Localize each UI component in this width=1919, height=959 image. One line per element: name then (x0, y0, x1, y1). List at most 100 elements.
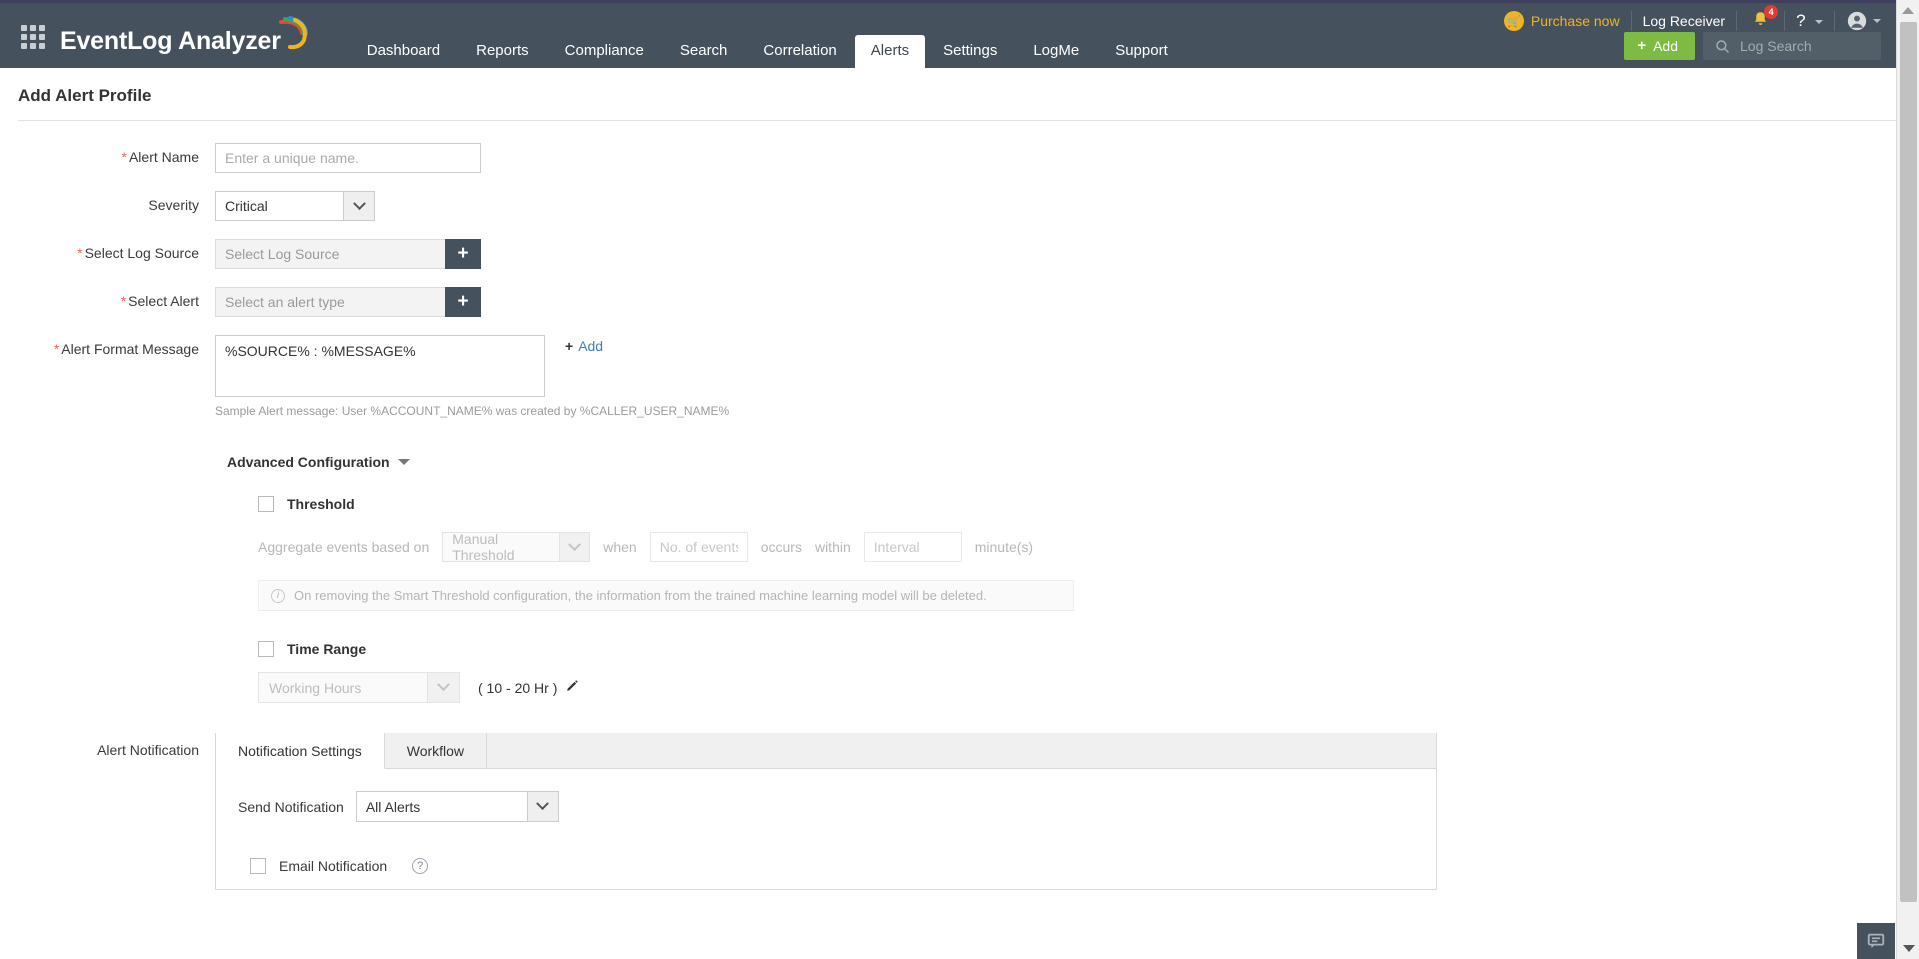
time-range-select[interactable]: Working Hours (258, 672, 460, 703)
user-account-menu[interactable] (1846, 10, 1881, 32)
tab-notification-settings[interactable]: Notification Settings (216, 733, 385, 769)
smart-threshold-note-text: On removing the Smart Threshold configur… (294, 588, 987, 603)
tab-workflow[interactable]: Workflow (385, 733, 488, 768)
nav-item-dashboard[interactable]: Dashboard (349, 35, 458, 68)
form-row-alert-notification: Alert Notification Notification Settings… (0, 733, 1919, 890)
add-alert-type-button[interactable]: + (445, 287, 481, 317)
page-content: Add Alert Profile *Alert Name Severity C… (0, 68, 1919, 890)
chevron-down-icon (1815, 19, 1823, 24)
interval-input[interactable] (863, 532, 962, 562)
threshold-section: Threshold Aggregate events based on Manu… (258, 496, 1919, 563)
threshold-checkbox-row: Threshold (258, 496, 1919, 512)
add-format-variable-link[interactable]: + Add (565, 335, 603, 354)
nav-item-correlation[interactable]: Correlation (745, 35, 854, 68)
plus-icon: + (1637, 37, 1647, 54)
help-menu[interactable]: ? (1796, 11, 1823, 31)
alert-type-field[interactable]: Select an alert type + (215, 287, 481, 317)
nav-item-logme[interactable]: LogMe (1015, 35, 1097, 68)
form-row-alert-format-message: *Alert Format Message + Add Sample Alert… (0, 335, 1919, 418)
send-notification-select[interactable]: All Alerts (355, 791, 559, 822)
minutes-label: minute(s) (974, 539, 1034, 555)
time-range-checkbox[interactable] (258, 641, 274, 657)
page-title: Add Alert Profile (18, 86, 152, 105)
number-of-events-input[interactable] (649, 532, 748, 562)
page-scrollbar[interactable] (1896, 0, 1919, 959)
scroll-down-button[interactable] (1897, 938, 1919, 959)
nav-item-search[interactable]: Search (662, 35, 746, 68)
severity-label: Severity (148, 197, 199, 213)
alert-format-message-textarea[interactable] (215, 335, 545, 397)
within-label: within (814, 539, 851, 555)
triangle-up-icon (1902, 7, 1914, 14)
log-source-placeholder: Select Log Source (215, 239, 445, 269)
nav-item-settings[interactable]: Settings (925, 35, 1015, 68)
notifications-bell-icon[interactable]: 4 (1748, 4, 1779, 33)
alert-name-label: * Alert Name (121, 149, 199, 165)
notification-tabs: Notification Settings Workflow (216, 733, 1436, 769)
add-button[interactable]: + Add (1624, 32, 1695, 60)
triangle-down-icon (1902, 945, 1915, 952)
log-search-box[interactable]: Log Search (1703, 32, 1881, 60)
main-nav: Dashboard Reports Compliance Search Corr… (349, 3, 1186, 68)
threshold-checkbox[interactable] (258, 496, 274, 512)
pencil-edit-icon[interactable] (566, 679, 579, 697)
purchase-now-button[interactable]: 🛒 Purchase now (1503, 11, 1620, 31)
app-header: EventLog Analyzer Dashboard Reports Comp… (0, 3, 1919, 68)
add-log-source-button[interactable]: + (445, 239, 481, 269)
email-notification-checkbox[interactable] (250, 858, 266, 874)
form-row-alert-type: * Select Alert Select an alert type + (0, 287, 1919, 317)
add-button-label: Add (1653, 37, 1678, 54)
grid-apps-icon[interactable] (16, 20, 50, 54)
chevron-down-icon (427, 673, 459, 702)
divider (1834, 11, 1835, 31)
log-source-field[interactable]: Select Log Source + (215, 239, 481, 269)
severity-select[interactable]: Critical (215, 191, 375, 221)
add-link-label: Add (578, 338, 604, 354)
threshold-mode-select[interactable]: Manual Threshold (442, 531, 591, 563)
email-notification-help-icon[interactable]: ? (412, 858, 429, 874)
send-notification-label: Send Notification (238, 798, 344, 815)
time-range-checkbox-row: Time Range (258, 641, 1919, 657)
send-notification-row: Send Notification All Alerts (238, 791, 1436, 822)
divider (1630, 11, 1632, 31)
time-range-controls-row: Working Hours ( 10 - 20 Hr ) (258, 672, 1919, 703)
aggregate-events-label: Aggregate events based on (258, 539, 430, 555)
time-range-value: Working Hours (269, 679, 362, 696)
alert-name-input[interactable] (215, 143, 481, 173)
advanced-configuration-toggle[interactable]: Advanced Configuration (227, 454, 410, 470)
time-range-label: Time Range (287, 641, 367, 657)
scroll-up-button[interactable] (1897, 0, 1919, 21)
scrollbar-thumb[interactable] (1900, 22, 1917, 902)
nav-item-reports[interactable]: Reports (458, 35, 547, 68)
feedback-chat-button[interactable] (1857, 923, 1895, 959)
alert-type-placeholder: Select an alert type (215, 287, 445, 317)
form-row-log-source: * Select Log Source Select Log Source + (0, 239, 1919, 269)
log-receiver-button[interactable]: Log Receiver (1643, 13, 1726, 29)
header-actions: + Add Log Search (1624, 32, 1881, 60)
brand-name: EventLog Analyzer (60, 27, 281, 55)
plus-icon: + (565, 338, 574, 354)
email-notification-label: Email Notification (279, 858, 388, 874)
when-label: when (603, 539, 637, 555)
nav-item-alerts[interactable]: Alerts (854, 35, 926, 68)
user-avatar-icon (1847, 11, 1867, 31)
required-marker: * (121, 149, 127, 165)
cart-icon: 🛒 (1503, 11, 1524, 31)
occurs-label: occurs (760, 539, 802, 555)
chevron-down-icon (1873, 19, 1881, 23)
form-row-severity: Severity Critical (0, 191, 1919, 221)
purchase-now-label: Purchase now (1530, 13, 1620, 29)
brand-logo[interactable]: EventLog Analyzer (60, 16, 309, 56)
nav-item-compliance[interactable]: Compliance (547, 35, 662, 68)
form-row-alert-name: * Alert Name (0, 143, 1919, 173)
alert-format-message-label: * Alert Format Message (53, 341, 199, 357)
chat-bubble-icon (1867, 933, 1885, 949)
info-icon: i (271, 588, 285, 603)
alert-notification-label: Alert Notification (97, 742, 199, 758)
severity-value: Critical (225, 198, 268, 214)
smart-threshold-note: i On removing the Smart Threshold config… (258, 580, 1074, 611)
time-range-section: Time Range Working Hours ( 10 - 20 Hr ) (258, 641, 1919, 703)
send-notification-value: All Alerts (365, 798, 421, 815)
required-marker: * (120, 293, 127, 309)
nav-item-support[interactable]: Support (1097, 35, 1186, 68)
